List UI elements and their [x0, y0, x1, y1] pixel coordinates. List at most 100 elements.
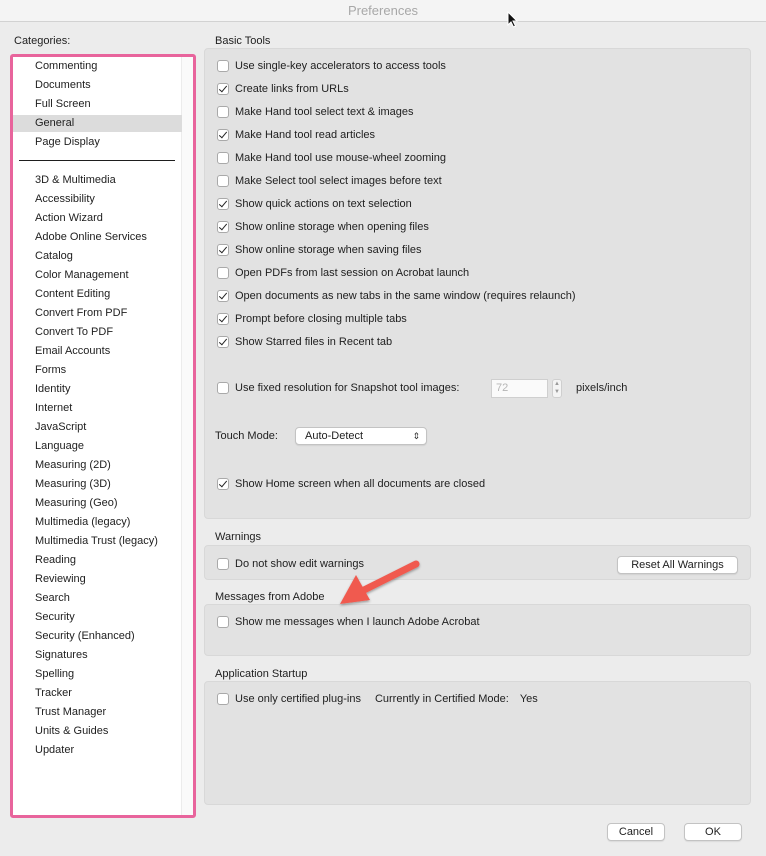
category-item[interactable]: Commenting: [13, 58, 182, 75]
category-item[interactable]: Documents: [13, 77, 182, 94]
basic-tools-option[interactable]: Show Starred files in Recent tab: [217, 334, 392, 350]
option-label: Make Hand tool use mouse-wheel zooming: [235, 152, 446, 164]
basic-tools-option[interactable]: Show online storage when opening files: [217, 219, 429, 235]
edit-warnings-checkbox[interactable]: [217, 558, 229, 570]
category-item[interactable]: Multimedia Trust (legacy): [13, 533, 182, 550]
category-item[interactable]: Tracker: [13, 685, 182, 702]
stepper-up-icon[interactable]: ▲: [553, 380, 561, 388]
option-label: Use single-key accelerators to access to…: [235, 60, 446, 72]
basic-tools-option[interactable]: Open PDFs from last session on Acrobat l…: [217, 265, 469, 281]
option-checkbox[interactable]: [217, 336, 229, 348]
categories-list[interactable]: Commenting Documents Full Screen General Pag…: [10, 54, 196, 818]
basic-tools-option[interactable]: Create links from URLs: [217, 81, 349, 97]
category-item[interactable]: General: [13, 115, 182, 132]
certified-plugins-checkbox[interactable]: [217, 693, 229, 705]
category-item[interactable]: Reviewing: [13, 571, 182, 588]
option-checkbox[interactable]: [217, 198, 229, 210]
stepper-down-icon[interactable]: ▼: [553, 388, 561, 396]
option-checkbox[interactable]: [217, 106, 229, 118]
category-item[interactable]: Measuring (Geo): [13, 495, 182, 512]
option-checkbox[interactable]: [217, 129, 229, 141]
category-item[interactable]: Convert To PDF: [13, 324, 182, 341]
ok-button[interactable]: OK: [684, 823, 742, 841]
basic-tools-option[interactable]: Show online storage when saving files: [217, 242, 422, 258]
certified-plugins-option[interactable]: Use only certified plug-ins Currently in…: [217, 691, 538, 707]
category-item[interactable]: Language: [13, 438, 182, 455]
reset-all-warnings-button[interactable]: Reset All Warnings: [617, 556, 738, 574]
show-messages-label: Show me messages when I launch Adobe Acr…: [235, 616, 480, 628]
cancel-button[interactable]: Cancel: [607, 823, 665, 841]
touch-mode-value: Auto-Detect: [305, 430, 364, 442]
option-checkbox[interactable]: [217, 152, 229, 164]
category-item[interactable]: Multimedia (legacy): [13, 514, 182, 531]
category-item[interactable]: Measuring (2D): [13, 457, 182, 474]
option-checkbox[interactable]: [217, 290, 229, 302]
option-checkbox[interactable]: [217, 267, 229, 279]
category-item[interactable]: Action Wizard: [13, 210, 182, 227]
basic-tools-option[interactable]: Make Hand tool use mouse-wheel zooming: [217, 150, 446, 166]
category-item[interactable]: Content Editing: [13, 286, 182, 303]
basic-tools-option[interactable]: Use single-key accelerators to access to…: [217, 58, 446, 74]
certified-plugins-label: Use only certified plug-ins: [235, 693, 361, 705]
snapshot-resolution-checkbox[interactable]: [217, 382, 229, 394]
home-screen-label: Show Home screen when all documents are …: [235, 478, 486, 490]
edit-warnings-option[interactable]: Do not show edit warnings: [217, 556, 364, 572]
startup-title: Application Startup: [215, 668, 308, 680]
option-label: Make Hand tool read articles: [235, 129, 376, 141]
option-label: Prompt before closing multiple tabs: [235, 313, 407, 325]
option-checkbox[interactable]: [217, 221, 229, 233]
category-item[interactable]: Accessibility: [13, 191, 182, 208]
show-messages-checkbox[interactable]: [217, 616, 229, 628]
category-item[interactable]: Email Accounts: [13, 343, 182, 360]
category-item[interactable]: Adobe Online Services: [13, 229, 182, 246]
messages-group: Show me messages when I launch Adobe Acr…: [204, 604, 751, 656]
category-item[interactable]: Units & Guides: [13, 723, 182, 740]
category-item[interactable]: Search: [13, 590, 182, 607]
snapshot-resolution-option[interactable]: Use fixed resolution for Snapshot tool i…: [217, 380, 459, 396]
option-checkbox[interactable]: [217, 244, 229, 256]
option-checkbox[interactable]: [217, 175, 229, 187]
warnings-group: Do not show edit warnings Reset All Warn…: [204, 545, 751, 580]
category-item[interactable]: Full Screen: [13, 96, 182, 113]
basic-tools-option[interactable]: Make Hand tool read articles: [217, 127, 375, 143]
basic-tools-option[interactable]: Open documents as new tabs in the same w…: [217, 288, 576, 304]
category-item[interactable]: Convert From PDF: [13, 305, 182, 322]
option-label: Open PDFs from last session on Acrobat l…: [235, 267, 470, 279]
home-screen-option[interactable]: Show Home screen when all documents are …: [217, 476, 485, 492]
touch-mode-select[interactable]: Auto-Detect ⇕: [295, 427, 427, 445]
basic-tools-option[interactable]: Make Select tool select images before te…: [217, 173, 442, 189]
basic-tools-option[interactable]: Prompt before closing multiple tabs: [217, 311, 407, 327]
category-item[interactable]: Identity: [13, 381, 182, 398]
category-item[interactable]: Internet: [13, 400, 182, 417]
categories-label: Categories:: [14, 35, 71, 47]
window-title-bar: Preferences: [0, 0, 766, 22]
category-item[interactable]: Signatures: [13, 647, 182, 664]
option-label: Show Starred files in Recent tab: [235, 336, 393, 348]
category-item[interactable]: JavaScript: [13, 419, 182, 436]
category-item[interactable]: Updater: [13, 742, 182, 759]
category-item[interactable]: Security (Enhanced): [13, 628, 182, 645]
category-item[interactable]: Page Display: [13, 134, 182, 151]
category-item[interactable]: Trust Manager: [13, 704, 182, 721]
option-checkbox[interactable]: [217, 313, 229, 325]
category-item[interactable]: Catalog: [13, 248, 182, 265]
option-label: Open documents as new tabs in the same w…: [235, 290, 576, 302]
startup-group: Use only certified plug-ins Currently in…: [204, 681, 751, 805]
snapshot-resolution-stepper[interactable]: ▲ ▼: [552, 379, 562, 398]
category-item[interactable]: Forms: [13, 362, 182, 379]
category-item[interactable]: Color Management: [13, 267, 182, 284]
category-item[interactable]: Reading: [13, 552, 182, 569]
basic-tools-option[interactable]: Show quick actions on text selection: [217, 196, 412, 212]
basic-tools-option[interactable]: Make Hand tool select text & images: [217, 104, 414, 120]
category-item[interactable]: Measuring (3D): [13, 476, 182, 493]
snapshot-resolution-label: Use fixed resolution for Snapshot tool i…: [235, 382, 460, 394]
category-item[interactable]: 3D & Multimedia: [13, 172, 182, 189]
show-messages-option[interactable]: Show me messages when I launch Adobe Acr…: [217, 614, 480, 630]
snapshot-resolution-input[interactable]: 72: [491, 379, 548, 398]
category-item[interactable]: Spelling: [13, 666, 182, 683]
option-checkbox[interactable]: [217, 83, 229, 95]
category-item[interactable]: Security: [13, 609, 182, 626]
home-screen-checkbox[interactable]: [217, 478, 229, 490]
option-checkbox[interactable]: [217, 60, 229, 72]
categories-scrollbar[interactable]: [181, 57, 193, 815]
